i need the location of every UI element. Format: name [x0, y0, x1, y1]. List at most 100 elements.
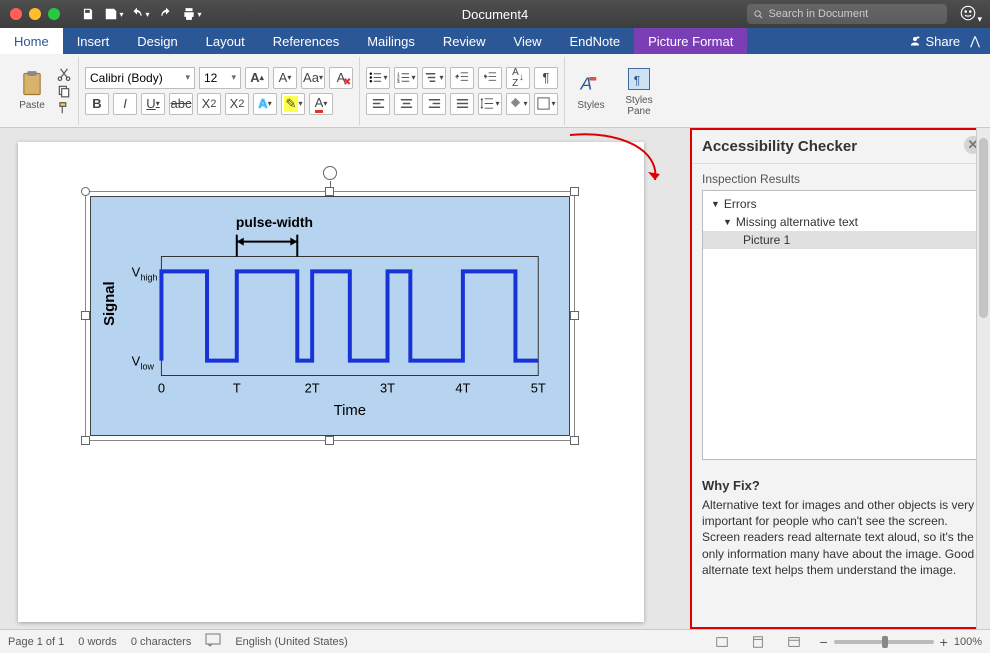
- align-left-button[interactable]: [366, 93, 390, 115]
- status-bar: Page 1 of 1 0 words 0 characters English…: [0, 629, 990, 653]
- tab-layout[interactable]: Layout: [192, 28, 259, 54]
- zoom-in-button[interactable]: +: [940, 634, 948, 650]
- save-button[interactable]: [76, 4, 100, 24]
- save-dropdown[interactable]: ▾: [102, 4, 126, 24]
- why-fix-text: Alternative text for images and other ob…: [702, 497, 978, 578]
- tab-review[interactable]: Review: [429, 28, 500, 54]
- increase-indent-button[interactable]: [478, 67, 502, 89]
- redo-button[interactable]: [154, 4, 178, 24]
- align-right-button[interactable]: [422, 93, 446, 115]
- format-painter-button[interactable]: [56, 101, 72, 115]
- search-placeholder: Search in Document: [768, 8, 868, 20]
- group-styles: A Styles ¶ Styles Pane: [565, 57, 665, 125]
- grow-font-button[interactable]: A▴: [245, 67, 269, 89]
- tree-picture1-item[interactable]: Picture 1: [703, 231, 977, 249]
- collapse-ribbon-button[interactable]: ⋀: [970, 34, 980, 48]
- shrink-font-button[interactable]: A▾: [273, 67, 297, 89]
- zoom-control: − + 100%: [819, 634, 982, 650]
- clear-format-button[interactable]: A✖: [329, 67, 353, 89]
- resize-handle[interactable]: [570, 311, 579, 320]
- tab-endnote[interactable]: EndNote: [555, 28, 634, 54]
- group-font: Calibri (Body)▾ 12▾ A▴ A▾ Aa▾ A✖ B I U▾ …: [79, 57, 360, 125]
- resize-handle[interactable]: [570, 436, 579, 445]
- tree-errors-node[interactable]: ▼Errors: [703, 195, 977, 213]
- vertical-scrollbar[interactable]: [976, 128, 990, 629]
- font-name-select[interactable]: Calibri (Body)▾: [85, 67, 195, 89]
- subscript-button[interactable]: X2: [197, 93, 221, 115]
- print-layout-button[interactable]: [747, 633, 769, 651]
- resize-handle[interactable]: [81, 187, 90, 196]
- styles-gallery-button[interactable]: A Styles: [571, 70, 611, 111]
- svg-text:3: 3: [397, 79, 400, 84]
- search-box[interactable]: Search in Document: [747, 4, 947, 24]
- accessibility-checker-pane: Accessibility Checker ✕ Inspection Resul…: [690, 128, 990, 629]
- cut-button[interactable]: [56, 67, 72, 81]
- focus-view-button[interactable]: [711, 633, 733, 651]
- superscript-button[interactable]: X2: [225, 93, 249, 115]
- document-title: Document4: [462, 7, 528, 22]
- underline-button[interactable]: U▾: [141, 93, 165, 115]
- resize-handle[interactable]: [325, 436, 334, 445]
- sort-button[interactable]: AZ↓: [506, 67, 530, 89]
- italic-button[interactable]: I: [113, 93, 137, 115]
- tab-home[interactable]: Home: [0, 28, 63, 54]
- highlight-button[interactable]: ✎▾: [281, 93, 305, 115]
- align-center-button[interactable]: [394, 93, 418, 115]
- tab-insert[interactable]: Insert: [63, 28, 124, 54]
- zoom-window-button[interactable]: [48, 8, 60, 20]
- copy-button[interactable]: [56, 84, 72, 98]
- web-layout-button[interactable]: [783, 633, 805, 651]
- close-window-button[interactable]: [10, 8, 22, 20]
- resize-handle[interactable]: [570, 187, 579, 196]
- document-area[interactable]: Signal Vhigh Vlow 0T2T 3T4T5T Time pulse…: [0, 128, 690, 629]
- paste-button[interactable]: Paste: [12, 70, 52, 111]
- numbering-button[interactable]: 123▾: [394, 67, 418, 89]
- zoom-out-button[interactable]: −: [819, 634, 827, 650]
- shading-button[interactable]: ▾: [506, 93, 530, 115]
- text-effects-button[interactable]: A▾: [253, 93, 277, 115]
- status-language[interactable]: English (United States): [235, 636, 348, 648]
- tab-mailings[interactable]: Mailings: [353, 28, 429, 54]
- share-button[interactable]: Share: [909, 34, 960, 49]
- results-tree[interactable]: ▼Errors ▼Missing alternative text Pictur…: [702, 190, 978, 460]
- rotate-handle[interactable]: [323, 166, 337, 180]
- tab-design[interactable]: Design: [123, 28, 191, 54]
- status-page[interactable]: Page 1 of 1: [8, 636, 64, 648]
- multilevel-button[interactable]: ▾: [422, 67, 446, 89]
- feedback-button[interactable]: ▾: [959, 4, 982, 25]
- resize-handle[interactable]: [325, 187, 334, 196]
- status-words[interactable]: 0 words: [78, 636, 117, 648]
- zoom-slider[interactable]: [834, 640, 934, 644]
- group-clipboard: Paste: [6, 57, 79, 125]
- styles-pane-button[interactable]: ¶ Styles Pane: [619, 65, 659, 117]
- tab-view[interactable]: View: [500, 28, 556, 54]
- status-chars[interactable]: 0 characters: [131, 636, 192, 648]
- page: Signal Vhigh Vlow 0T2T 3T4T5T Time pulse…: [18, 142, 644, 622]
- minimize-window-button[interactable]: [29, 8, 41, 20]
- bold-button[interactable]: B: [85, 93, 109, 115]
- show-marks-button[interactable]: ¶: [534, 67, 558, 89]
- font-size-select[interactable]: 12▾: [199, 67, 241, 89]
- spellcheck-icon[interactable]: [205, 633, 221, 650]
- zoom-value[interactable]: 100%: [954, 636, 982, 648]
- strike-button[interactable]: abc: [169, 93, 193, 115]
- scroll-thumb[interactable]: [979, 138, 988, 318]
- justify-button[interactable]: [450, 93, 474, 115]
- decrease-indent-button[interactable]: [450, 67, 474, 89]
- tree-missing-alt-node[interactable]: ▼Missing alternative text: [703, 213, 977, 231]
- change-case-button[interactable]: Aa▾: [301, 67, 325, 89]
- resize-handle[interactable]: [81, 436, 90, 445]
- ribbon: Paste Calibri (Body)▾ 12▾ A▴ A▾ Aa▾ A✖ B…: [0, 54, 990, 128]
- line-spacing-button[interactable]: ▾: [478, 93, 502, 115]
- undo-button[interactable]: ▾: [128, 4, 152, 24]
- tab-references[interactable]: References: [259, 28, 353, 54]
- traffic-lights: [0, 8, 70, 20]
- resize-handle[interactable]: [81, 311, 90, 320]
- selected-picture[interactable]: Signal Vhigh Vlow 0T2T 3T4T5T Time pulse…: [90, 196, 570, 436]
- print-button[interactable]: ▾: [180, 4, 204, 24]
- window-titlebar: ▾ ▾ ▾ Document4 Search in Document ▾: [0, 0, 990, 28]
- tab-picture-format[interactable]: Picture Format: [634, 28, 747, 54]
- bullets-button[interactable]: ▾: [366, 67, 390, 89]
- borders-button[interactable]: ▾: [534, 93, 558, 115]
- font-color-button[interactable]: A▾: [309, 93, 333, 115]
